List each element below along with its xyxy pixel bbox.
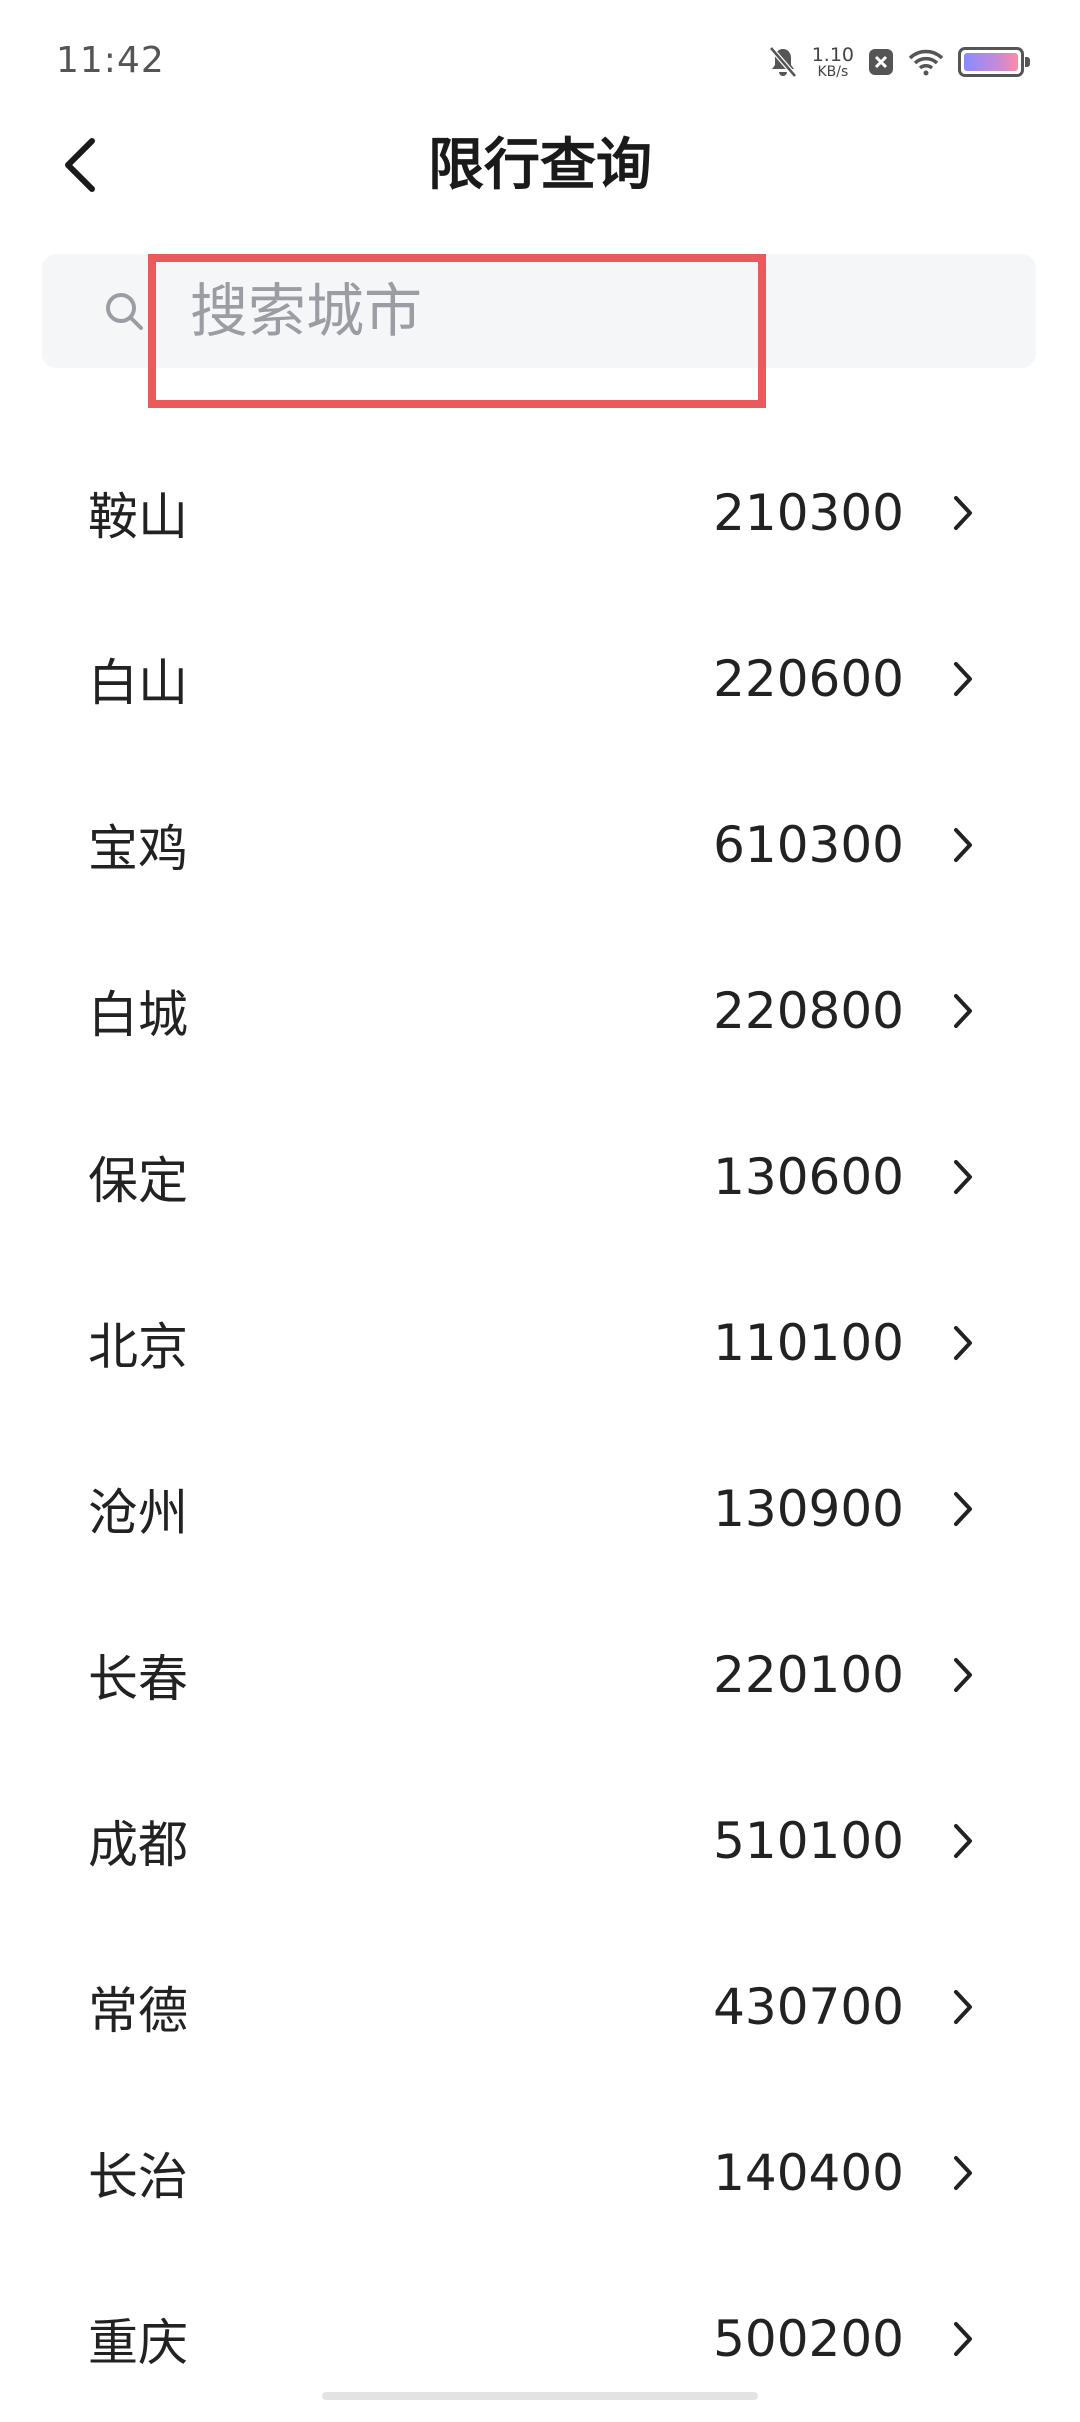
city-row[interactable]: 保定 130600: [0, 1094, 1080, 1260]
chevron-right-icon: [954, 1990, 972, 2024]
city-code: 610300: [713, 816, 904, 874]
city-row[interactable]: 白城 220800: [0, 928, 1080, 1094]
bell-off-icon: [768, 46, 797, 78]
chevron-right-icon: [954, 2322, 972, 2356]
chevron-right-icon: [954, 1326, 972, 1360]
chevron-right-icon: [954, 1824, 972, 1858]
nav-bar: 限行查询: [0, 110, 1080, 240]
home-indicator: [322, 2392, 758, 2400]
city-code: 430700: [713, 1978, 904, 2036]
city-row[interactable]: 沧州 130900: [0, 1426, 1080, 1592]
search-bar[interactable]: [42, 254, 1036, 368]
city-row[interactable]: 白山 220600: [0, 596, 1080, 762]
city-list: 鞍山 210300 白山 220600 宝鸡 610300 白城 220800 保定 130600…: [0, 430, 1080, 2422]
city-code: 220600: [713, 650, 904, 708]
chevron-right-icon: [954, 1160, 972, 1194]
city-code: 500200: [713, 2310, 904, 2368]
city-name: 白山: [88, 654, 188, 712]
status-icons: 1.10 KB/s: [768, 42, 1030, 82]
city-row[interactable]: 长治 140400: [0, 2090, 1080, 2256]
city-code: 140400: [713, 2144, 904, 2202]
city-name: 鞍山: [88, 488, 188, 546]
close-box-icon: [869, 49, 893, 75]
status-time: 11:42: [56, 40, 165, 81]
city-row[interactable]: 常德 430700: [0, 1924, 1080, 2090]
city-row[interactable]: 长春 220100: [0, 1592, 1080, 1758]
city-name: 重庆: [88, 2314, 188, 2372]
city-code: 130900: [713, 1480, 904, 1538]
city-name: 成都: [88, 1816, 188, 1874]
page-title: 限行查询: [428, 133, 652, 198]
chevron-right-icon: [954, 662, 972, 696]
search-icon: [106, 293, 143, 330]
city-name: 宝鸡: [88, 820, 188, 878]
city-code: 130600: [713, 1148, 904, 1206]
net-speed: 1.10 KB/s: [811, 43, 854, 80]
wifi-icon: [908, 49, 944, 76]
city-name: 北京: [88, 1318, 188, 1376]
city-name: 保定: [88, 1152, 188, 1210]
net-speed-unit: KB/s: [817, 63, 849, 80]
city-row[interactable]: 成都 510100: [0, 1758, 1080, 1924]
city-code: 110100: [713, 1314, 904, 1372]
chevron-right-icon: [954, 1492, 972, 1526]
chevron-right-icon: [954, 828, 972, 862]
chevron-right-icon: [954, 994, 972, 1028]
chevron-right-icon: [954, 496, 972, 530]
city-name: 长治: [88, 2148, 188, 2206]
city-code: 220100: [713, 1646, 904, 1704]
search-input[interactable]: [190, 262, 800, 360]
chevron-right-icon: [954, 1658, 972, 1692]
net-speed-value: 1.10: [811, 43, 854, 66]
city-name: 常德: [88, 1982, 188, 2040]
status-bar: 11:42 1.10 KB/s: [0, 0, 1080, 110]
city-name: 沧州: [88, 1484, 188, 1542]
city-code: 510100: [713, 1812, 904, 1870]
battery-fill: [964, 53, 1018, 71]
battery-icon: [958, 47, 1030, 77]
city-row[interactable]: 宝鸡 610300: [0, 762, 1080, 928]
city-name: 白城: [88, 986, 188, 1044]
city-code: 220800: [713, 982, 904, 1040]
city-row[interactable]: 鞍山 210300: [0, 430, 1080, 596]
city-code: 210300: [713, 484, 904, 542]
city-row[interactable]: 北京 110100: [0, 1260, 1080, 1426]
city-name: 长春: [88, 1650, 188, 1708]
chevron-right-icon: [954, 2156, 972, 2190]
